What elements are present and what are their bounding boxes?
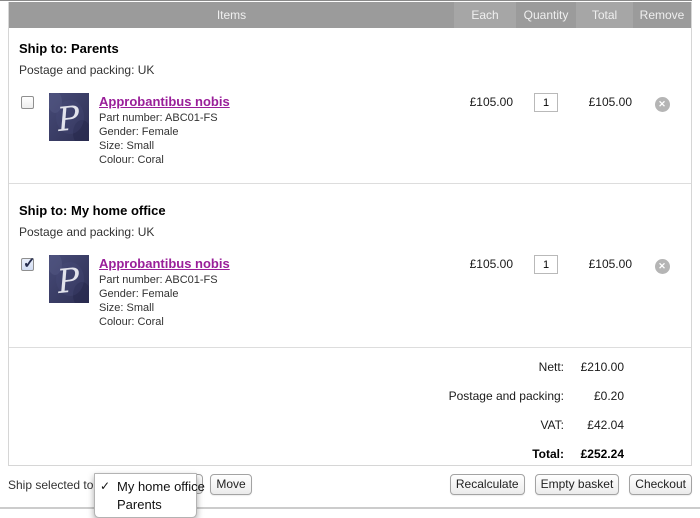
summary-label: Total: <box>532 447 564 461</box>
remove-item-button[interactable]: ✕ <box>655 259 670 274</box>
remove-icon: ✕ <box>658 262 666 271</box>
detail-colour: Colour: Coral <box>99 315 454 329</box>
price-total: £105.00 <box>576 257 633 271</box>
basket-table: Items Each Quantity Total Remove Ship to… <box>8 2 692 466</box>
summary-label: Postage and packing: <box>449 389 564 403</box>
ship-to-heading: Ship to: Parents <box>9 41 691 56</box>
empty-basket-button[interactable]: Empty basket <box>535 474 620 495</box>
header-col-quantity: Quantity <box>516 2 576 28</box>
dropdown-option-home-office[interactable]: ✓ My home office <box>95 477 196 495</box>
summary-section: Nett: £210.00 Postage and packing: £0.20… <box>9 348 691 468</box>
remove-icon: ✕ <box>658 100 666 109</box>
product-details: Approbantibus nobis Part number: ABC01-F… <box>99 255 454 329</box>
header-col-remove: Remove <box>633 2 691 28</box>
shipment-group-parents: Ship to: Parents Postage and packing: UK… <box>9 41 691 184</box>
dropdown-option-label: Parents <box>117 497 162 512</box>
item-row: P Approbantibus nobis Part number: ABC01… <box>9 93 691 167</box>
header-col-total: Total <box>576 2 633 28</box>
detail-colour: Colour: Coral <box>99 153 454 167</box>
summary-label: VAT: <box>540 418 564 432</box>
dropdown-option-parents[interactable]: Parents <box>95 495 196 513</box>
product-name-link[interactable]: Approbantibus nobis <box>99 94 230 110</box>
item-row: P Approbantibus nobis Part number: ABC01… <box>9 255 691 329</box>
summary-row-vat: VAT: £42.04 <box>9 410 624 439</box>
ship-selected-label: Ship selected to: <box>8 478 97 492</box>
detail-part-number: Part number: ABC01-FS <box>99 111 454 125</box>
ship-to-dropdown-menu: ✓ My home office Parents <box>94 473 197 518</box>
header-items-label: Items <box>9 2 454 28</box>
detail-gender: Gender: Female <box>99 287 454 301</box>
summary-row-total: Total: £252.24 <box>9 439 624 468</box>
postage-note: Postage and packing: UK <box>9 225 691 239</box>
move-button[interactable]: Move <box>210 474 252 495</box>
ship-to-heading: Ship to: My home office <box>9 203 691 218</box>
detail-part-number: Part number: ABC01-FS <box>99 273 454 287</box>
summary-value: £0.20 <box>570 389 624 403</box>
recalculate-button[interactable]: Recalculate <box>450 474 525 495</box>
summary-value: £252.24 <box>570 447 624 461</box>
remove-item-button[interactable]: ✕ <box>655 97 670 112</box>
summary-label: Nett: <box>539 360 564 374</box>
summary-row-postage: Postage and packing: £0.20 <box>9 381 624 410</box>
header-col-each: Each <box>454 2 516 28</box>
checkout-button[interactable]: Checkout <box>629 474 692 495</box>
product-thumbnail[interactable]: P <box>49 255 89 303</box>
dropdown-option-label: My home office <box>117 479 205 494</box>
price-each: £105.00 <box>454 95 516 109</box>
table-header: Items Each Quantity Total Remove <box>9 2 691 28</box>
detail-size: Size: Small <box>99 139 454 153</box>
product-details: Approbantibus nobis Part number: ABC01-F… <box>99 93 454 167</box>
item-select-checkbox[interactable] <box>21 258 34 271</box>
top-border <box>0 0 692 1</box>
summary-row-nett: Nett: £210.00 <box>9 352 624 381</box>
detail-size: Size: Small <box>99 301 454 315</box>
summary-value: £210.00 <box>570 360 624 374</box>
summary-value: £42.04 <box>570 418 624 432</box>
product-name-link[interactable]: Approbantibus nobis <box>99 256 230 272</box>
product-thumbnail[interactable]: P <box>49 93 89 141</box>
quantity-input[interactable] <box>534 255 558 274</box>
price-total: £105.00 <box>576 95 633 109</box>
item-select-checkbox[interactable] <box>21 96 34 109</box>
postage-note: Postage and packing: UK <box>9 63 691 77</box>
detail-gender: Gender: Female <box>99 125 454 139</box>
price-each: £105.00 <box>454 257 516 271</box>
footer-actions: Recalculate Empty basket Checkout <box>450 474 692 495</box>
quantity-input[interactable] <box>534 93 558 112</box>
shipment-group-home-office: Ship to: My home office Postage and pack… <box>9 203 691 348</box>
group-divider <box>9 183 691 184</box>
checkmark-icon: ✓ <box>100 479 117 493</box>
